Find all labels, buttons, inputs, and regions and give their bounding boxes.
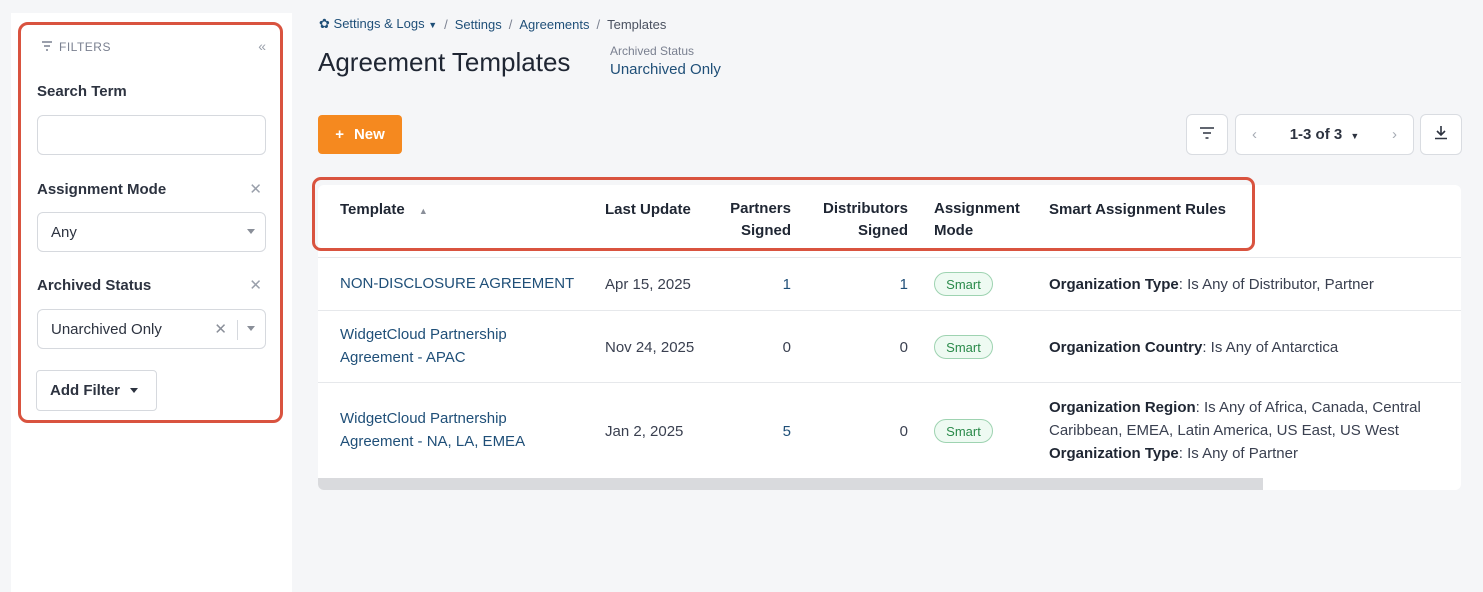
- rule-key: Organization Region: [1049, 399, 1196, 416]
- row-2-template-link[interactable]: WidgetCloud Partnership Agreement - APAC: [340, 323, 507, 369]
- column-distributors-line2: Signed: [857, 222, 908, 239]
- column-header-distributors-signed[interactable]: Distributors Signed: [805, 198, 908, 242]
- breadcrumb-settings[interactable]: Settings: [455, 17, 502, 32]
- column-header-template[interactable]: Template ▲: [340, 199, 428, 222]
- row-2-template-line1: WidgetCloud Partnership: [340, 326, 507, 343]
- row-3-rules: Organization Region: Is Any of Africa, C…: [1049, 396, 1461, 465]
- filter-lines-icon: [41, 40, 53, 54]
- row-3-template-link[interactable]: WidgetCloud Partnership Agreement - NA, …: [340, 407, 525, 453]
- column-header-last-update[interactable]: Last Update: [605, 199, 691, 221]
- row-3-distributors-signed: 0: [899, 423, 908, 440]
- collapse-icon[interactable]: «: [258, 38, 266, 54]
- column-partners-line2: Signed: [740, 222, 791, 239]
- row-divider: [318, 257, 1461, 258]
- chevron-down-icon: [247, 229, 255, 234]
- column-header-assignment-mode[interactable]: Assignment Mode: [934, 198, 1020, 242]
- breadcrumb-root[interactable]: ✿ Settings & Logs ▼: [319, 16, 437, 32]
- archived-status-summary-value[interactable]: Unarchived Only: [610, 61, 721, 78]
- rule-value: : Is Any of Distributor, Partner: [1178, 276, 1374, 293]
- column-mode-line2: Mode: [934, 222, 974, 239]
- filters-title: FILTERS: [59, 40, 111, 54]
- download-icon: [1434, 125, 1448, 145]
- page-title: Agreement Templates: [318, 47, 571, 77]
- column-header-smart-rules[interactable]: Smart Assignment Rules: [1049, 199, 1226, 221]
- filter-panel: FILTERS « Search Term Assignment Mode ✕ …: [18, 22, 283, 423]
- chevron-down-icon: [130, 388, 138, 393]
- rule-value-continued: Caribbean, EMEA, Latin America, US East,…: [1049, 422, 1399, 439]
- gear-icon: ✿: [319, 16, 330, 31]
- archived-status-label: Archived Status: [37, 277, 152, 294]
- row-2-template-line2: Agreement - APAC: [340, 349, 466, 366]
- clear-value-icon[interactable]: ✕: [214, 320, 227, 338]
- caret-down-icon: ▼: [428, 20, 438, 30]
- archived-status-value: Unarchived Only: [51, 320, 162, 338]
- row-2-partners-signed: 0: [782, 339, 791, 356]
- caret-down-icon: ▼: [1350, 131, 1360, 141]
- breadcrumb-current: Templates: [607, 16, 667, 32]
- divider: [237, 320, 238, 340]
- pager-select[interactable]: 1-3 of 3 ▼: [1290, 126, 1360, 143]
- breadcrumb-root-label: Settings & Logs: [333, 16, 425, 31]
- row-2-rules: Organization Country: Is Any of Antarcti…: [1049, 336, 1338, 359]
- archived-status-summary-label: Archived Status: [610, 44, 695, 58]
- rule-key: Organization Type: [1049, 276, 1179, 293]
- add-filter-button[interactable]: Add Filter: [36, 370, 157, 411]
- pagination: ‹ 1-3 of 3 ▼ ›: [1235, 114, 1414, 155]
- row-3-partners-signed[interactable]: 5: [740, 420, 791, 443]
- chevron-down-icon: [247, 326, 255, 331]
- row-1-rules: Organization Type: Is Any of Distributor…: [1049, 273, 1374, 296]
- new-button-label: New: [353, 126, 385, 143]
- row-1-distributors-signed[interactable]: 1: [857, 273, 908, 296]
- row-divider: [318, 310, 1461, 311]
- clear-assignment-mode-icon[interactable]: ✕: [249, 180, 262, 198]
- row-3-last-update: Jan 2, 2025: [605, 423, 684, 440]
- rule-key: Organization Country: [1049, 339, 1203, 356]
- new-button[interactable]: + New: [318, 115, 402, 154]
- row-2-mode-badge: Smart: [934, 335, 993, 359]
- search-term-label: Search Term: [37, 83, 127, 100]
- clear-archived-status-icon[interactable]: ✕: [249, 276, 262, 294]
- breadcrumb-agreements[interactable]: Agreements: [519, 17, 589, 32]
- row-divider: [318, 382, 1461, 383]
- rule-value: : Is Any of Africa, Canada, Central: [1195, 399, 1421, 416]
- row-3-template-line1: WidgetCloud Partnership: [340, 410, 507, 427]
- column-header-partners-signed[interactable]: Partners Signed: [700, 198, 791, 242]
- rule-value: : Is Any of Antarctica: [1202, 339, 1339, 356]
- archived-status-select[interactable]: Unarchived Only ✕: [37, 309, 266, 349]
- row-3-mode-badge: Smart: [934, 419, 993, 443]
- filter-icon: [1199, 126, 1215, 144]
- sort-asc-icon: ▲: [418, 206, 428, 216]
- breadcrumb-separator: /: [596, 16, 601, 32]
- rule-value: : Is Any of Partner: [1178, 445, 1298, 462]
- filters-header: FILTERS: [41, 40, 111, 54]
- add-filter-label: Add Filter: [50, 382, 120, 399]
- column-template-label: Template: [340, 201, 405, 218]
- search-input[interactable]: [37, 115, 266, 155]
- horizontal-scrollbar[interactable]: [318, 478, 1263, 490]
- chevron-right-icon[interactable]: ›: [1392, 126, 1397, 143]
- row-3-template-line2: Agreement - NA, LA, EMEA: [340, 433, 526, 450]
- row-2-distributors-signed: 0: [899, 339, 908, 356]
- assignment-mode-value: Any: [51, 223, 77, 241]
- column-distributors-line1: Distributors: [822, 200, 908, 217]
- column-partners-line1: Partners: [730, 200, 791, 217]
- breadcrumb-separator: /: [508, 16, 513, 32]
- breadcrumb-separator: /: [444, 16, 448, 32]
- pager-label: 1-3 of 3: [1289, 126, 1343, 143]
- rule-key: Organization Type: [1049, 445, 1179, 462]
- row-2-last-update: Nov 24, 2025: [605, 339, 695, 356]
- column-mode-line1: Assignment: [934, 200, 1020, 217]
- assignment-mode-select[interactable]: Any: [37, 212, 266, 252]
- download-button[interactable]: [1420, 114, 1462, 155]
- row-1-last-update: Apr 15, 2025: [605, 276, 691, 293]
- assignment-mode-label: Assignment Mode: [37, 181, 167, 198]
- row-1-mode-badge: Smart: [934, 272, 993, 296]
- filter-button[interactable]: [1186, 114, 1228, 155]
- row-1-template-link[interactable]: NON-DISCLOSURE AGREEMENT: [340, 272, 574, 295]
- plus-icon: +: [335, 126, 344, 143]
- chevron-left-icon[interactable]: ‹: [1252, 126, 1257, 143]
- breadcrumb: ✿ Settings & Logs ▼ / Settings / Agreeme…: [319, 16, 666, 32]
- row-1-partners-signed[interactable]: 1: [740, 273, 791, 296]
